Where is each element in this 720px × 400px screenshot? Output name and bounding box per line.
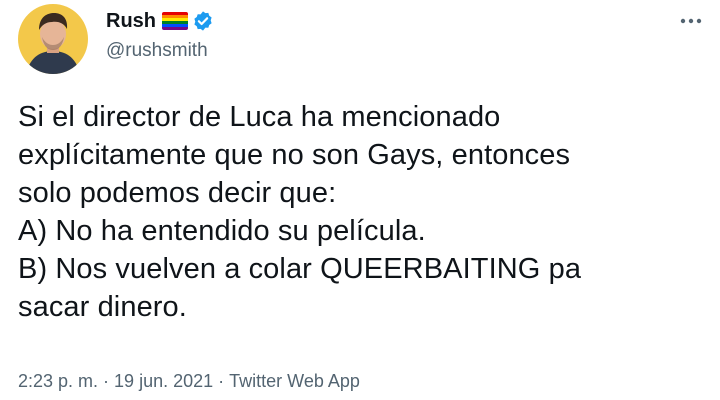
tweet-card: Rush @rushsmith Si el director de Luca h… <box>0 0 720 400</box>
verified-badge-icon <box>192 10 214 32</box>
tweet-time-link[interactable]: 2:23 p. m. <box>18 371 98 392</box>
tweet-text: Si el director de Luca ha mencionado exp… <box>18 101 582 323</box>
tweet-metadata: 2:23 p. m. · 19 jun. 2021 · Twitter Web … <box>18 371 360 392</box>
tweet-date-link[interactable]: 19 jun. 2021 <box>114 371 213 392</box>
author-handle[interactable]: @rushsmith <box>106 40 208 62</box>
rainbow-flag-icon <box>162 12 188 30</box>
meta-separator: · <box>218 371 225 391</box>
avatar-photo <box>18 4 88 74</box>
more-options-icon <box>680 18 702 24</box>
avatar[interactable] <box>18 4 88 74</box>
meta-separator: · <box>103 371 110 391</box>
tweet-source-link[interactable]: Twitter Web App <box>229 371 360 392</box>
more-options-button[interactable] <box>676 8 706 34</box>
author-name-row: Rush <box>106 8 214 34</box>
author-display-name[interactable]: Rush <box>106 10 156 33</box>
